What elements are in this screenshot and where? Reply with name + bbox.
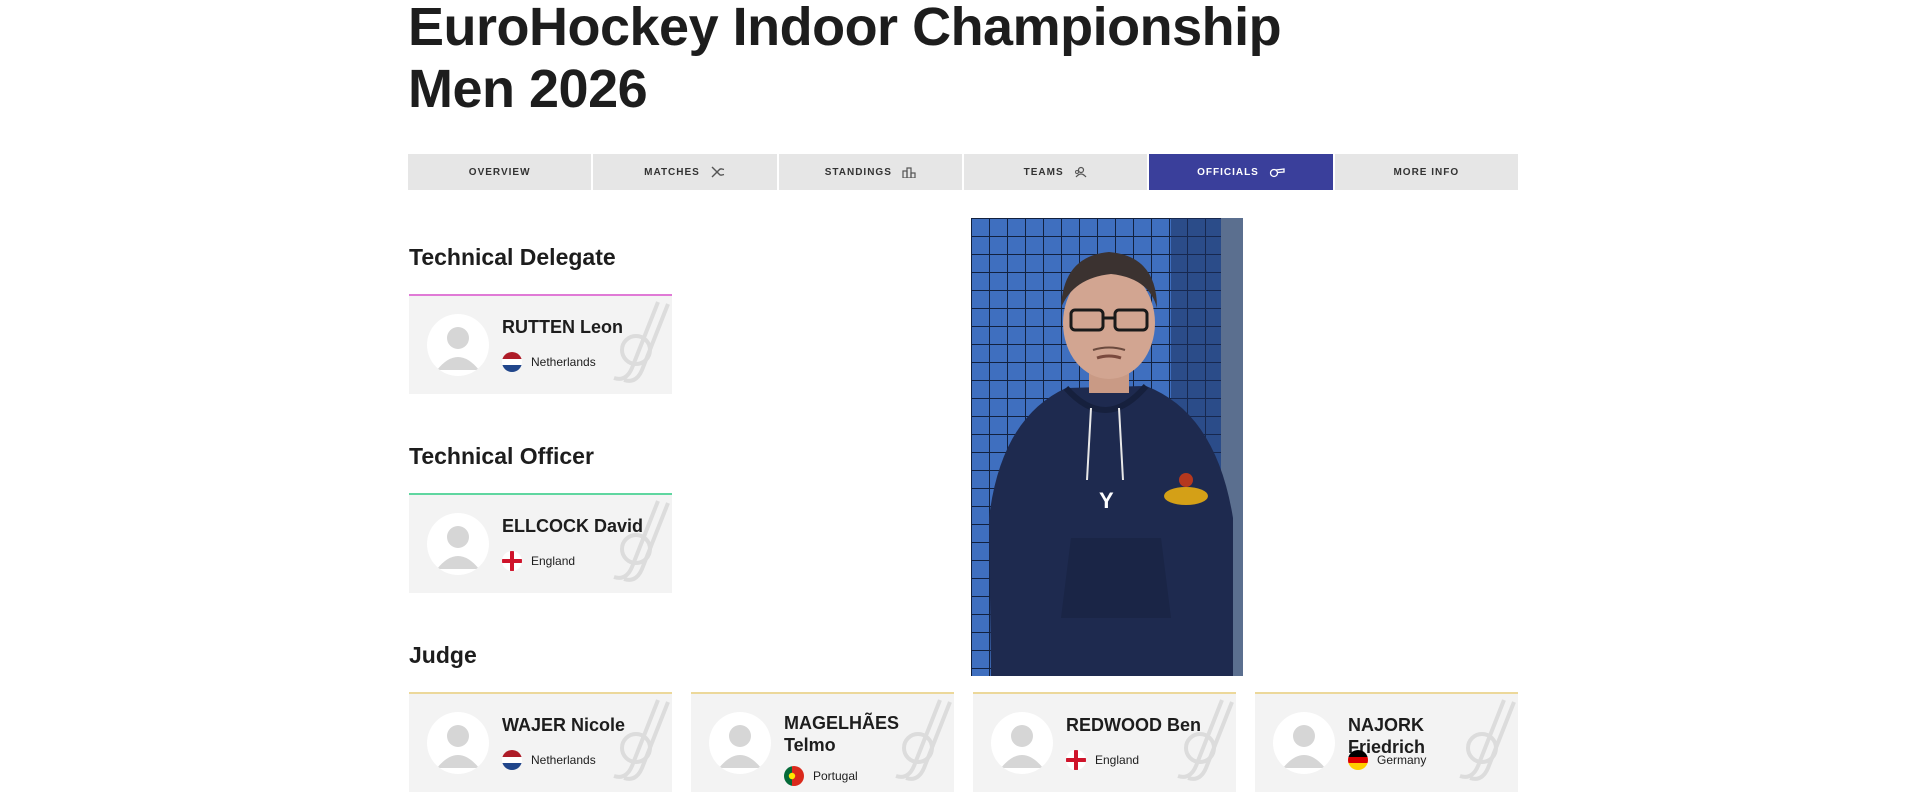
podium-icon	[902, 166, 916, 178]
section-heading-technical-delegate: Technical Delegate	[409, 244, 616, 270]
tab-standings[interactable]: STANDINGS	[778, 154, 964, 190]
official-country: Portugal	[784, 766, 858, 786]
whistle-watermark-icon	[606, 698, 672, 792]
tab-overview[interactable]: OVERVIEW	[408, 154, 594, 190]
country-name: England	[531, 554, 576, 568]
whistle-watermark-icon	[606, 300, 672, 394]
official-name: MAGELHÃES Telmo	[784, 713, 900, 755]
country-name: Germany	[1377, 753, 1427, 767]
official-card[interactable]: RUTTEN Leon Netherlands	[409, 294, 672, 394]
germany-flag-icon	[1348, 750, 1368, 770]
tab-more-info[interactable]: MORE INFO	[1334, 154, 1518, 190]
tab-label: OFFICIALS	[1197, 166, 1259, 178]
tab-matches[interactable]: MATCHES	[593, 154, 779, 190]
country-name: Netherlands	[531, 355, 596, 369]
avatar	[427, 314, 489, 376]
section-heading-technical-officer: Technical Officer	[409, 443, 594, 469]
page-title-line-1: EuroHockey Indoor Championship	[408, 0, 1282, 57]
tab-label: OVERVIEW	[468, 166, 531, 178]
whistle-icon	[1269, 166, 1285, 178]
avatar	[427, 712, 489, 774]
official-country: Netherlands	[502, 750, 596, 770]
avatar	[427, 513, 489, 575]
england-flag-icon	[1066, 750, 1086, 770]
whistle-watermark-icon	[606, 499, 672, 593]
page-title: EuroHockey Indoor Championship Men 2026	[408, 0, 1282, 120]
official-card[interactable]: MAGELHÃES Telmo Portugal	[691, 692, 954, 792]
country-name: Netherlands	[531, 753, 596, 767]
tab-label: MORE INFO	[1393, 166, 1460, 178]
official-card[interactable]: ELLCOCK David England	[409, 493, 672, 593]
hockey-sticks-icon	[710, 166, 726, 178]
official-country: England	[502, 551, 575, 571]
tab-bar: OVERVIEW MATCHES STANDINGS TEAMS OFFICIA…	[408, 154, 1518, 190]
england-flag-icon	[502, 551, 522, 571]
team-icon	[1074, 166, 1088, 178]
svg-text:Y: Y	[1099, 488, 1114, 513]
avatar	[709, 712, 771, 774]
section-heading-judge: Judge	[409, 642, 477, 668]
official-portrait-photo: Y	[971, 218, 1243, 676]
avatar	[991, 712, 1053, 774]
netherlands-flag-icon	[502, 352, 522, 372]
tab-label: MATCHES	[644, 166, 700, 178]
official-card[interactable]: WAJER Nicole Netherlands	[409, 692, 672, 792]
official-country: Netherlands	[502, 352, 596, 372]
portugal-flag-icon	[784, 766, 804, 786]
official-name: REDWOOD Ben	[1066, 715, 1201, 735]
official-card[interactable]: NAJORK Friedrich Germany	[1255, 692, 1518, 792]
country-name: Portugal	[813, 769, 858, 783]
official-name: WAJER Nicole	[502, 715, 626, 735]
country-name: England	[1095, 753, 1140, 767]
official-country: Germany	[1348, 750, 1426, 770]
tab-officials[interactable]: OFFICIALS	[1149, 154, 1335, 190]
netherlands-flag-icon	[502, 750, 522, 770]
official-name: RUTTEN Leon	[502, 317, 623, 337]
official-card[interactable]: REDWOOD Ben England	[973, 692, 1236, 792]
page-title-line-2: Men 2026	[408, 59, 648, 119]
avatar	[1273, 712, 1335, 774]
tab-label: TEAMS	[1023, 166, 1064, 178]
tab-teams[interactable]: TEAMS	[963, 154, 1150, 190]
whistle-watermark-icon	[1170, 698, 1236, 792]
tab-label: STANDINGS	[824, 166, 892, 178]
official-country: England	[1066, 750, 1139, 770]
official-name: ELLCOCK David	[502, 516, 644, 536]
